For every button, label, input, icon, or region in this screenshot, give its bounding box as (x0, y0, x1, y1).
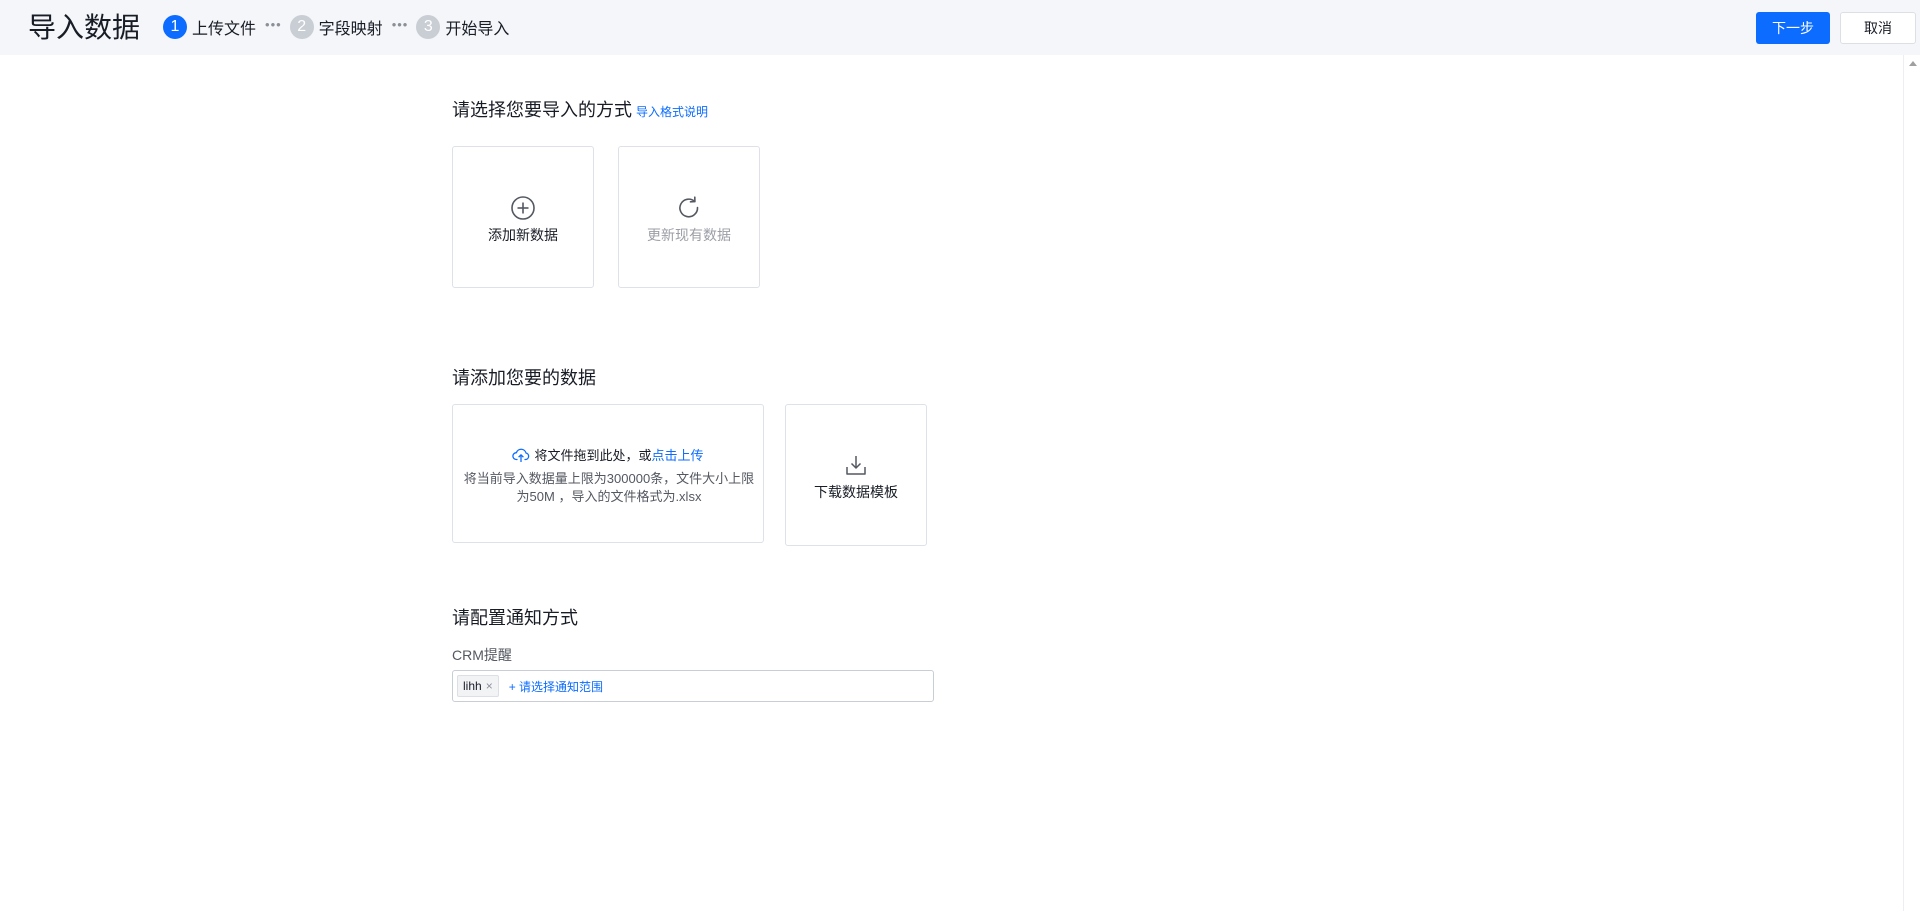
update-existing-data-label: 更新现有数据 (647, 227, 731, 243)
notification-scope-field[interactable]: lihh × + 请选择通知范围 (452, 670, 934, 702)
step-start-import: 3 开始导入 (416, 15, 509, 39)
step-field-mapping: 2 字段映射 (289, 15, 383, 39)
top-header: 导入数据 1 上传文件 ••• 2 字段映射 ••• 3 开始导入 下一步 取消 (0, 0, 1920, 55)
import-method-title: 请选择您要导入的方式 导入格式说明 (452, 96, 708, 122)
scroll-up-arrow-icon[interactable] (1909, 61, 1917, 66)
step-separator: ••• (265, 16, 282, 32)
step-label: 字段映射 (318, 21, 383, 38)
step-indicator: 1 上传文件 ••• 2 字段映射 ••• 3 开始导入 (163, 15, 509, 39)
cancel-button[interactable]: 取消 (1840, 12, 1916, 44)
download-template-button[interactable]: 下载数据模板 (785, 404, 927, 546)
notification-config-title: 请配置通知方式 (452, 608, 578, 628)
add-new-data-label: 添加新数据 (488, 227, 558, 243)
plus-circle-icon (511, 196, 535, 220)
cloud-upload-icon (512, 448, 530, 462)
import-format-help-link[interactable]: 导入格式说明 (636, 105, 708, 119)
add-new-data-option[interactable]: 添加新数据 (452, 146, 594, 288)
recipient-tag: lihh × (457, 675, 499, 697)
step-label: 开始导入 (445, 21, 510, 38)
update-existing-data-option[interactable]: 更新现有数据 (618, 146, 760, 288)
download-template-label: 下载数据模板 (814, 484, 898, 500)
refresh-icon (679, 196, 699, 218)
select-notification-scope-link[interactable]: + 请选择通知范围 (509, 678, 603, 695)
vertical-scrollbar[interactable] (1903, 55, 1920, 911)
step-number: 3 (416, 15, 441, 39)
step-number: 1 (163, 15, 187, 39)
step-upload: 1 上传文件 (163, 15, 256, 39)
page-title: 导入数据 (28, 12, 141, 43)
step-label: 上传文件 (192, 21, 257, 38)
download-icon (846, 456, 866, 475)
step-number: 2 (289, 15, 314, 39)
upload-limit-description: 将当前导入数据量上限为300000条，文件大小上限为50M ，导入的文件格式为.… (463, 471, 755, 504)
remove-tag-icon[interactable]: × (486, 679, 493, 693)
drag-hint-text: 将文件拖到此处，或 (534, 448, 652, 463)
add-data-title: 请添加您要的数据 (452, 368, 596, 388)
next-step-button[interactable]: 下一步 (1756, 12, 1830, 44)
import-method-title-text: 请选择您要导入的方式 (452, 100, 632, 120)
step-separator: ••• (391, 16, 409, 32)
recipient-tag-text: lihh (463, 679, 482, 693)
click-upload-link[interactable]: 点击上传 (652, 445, 704, 464)
crm-reminder-label: CRM提醒 (452, 647, 512, 663)
upload-instruction: 将文件拖到此处，或 点击上传 (453, 445, 763, 464)
file-drop-zone[interactable]: 将文件拖到此处，或 点击上传 将当前导入数据量上限为300000条，文件大小上限为… (452, 404, 764, 543)
